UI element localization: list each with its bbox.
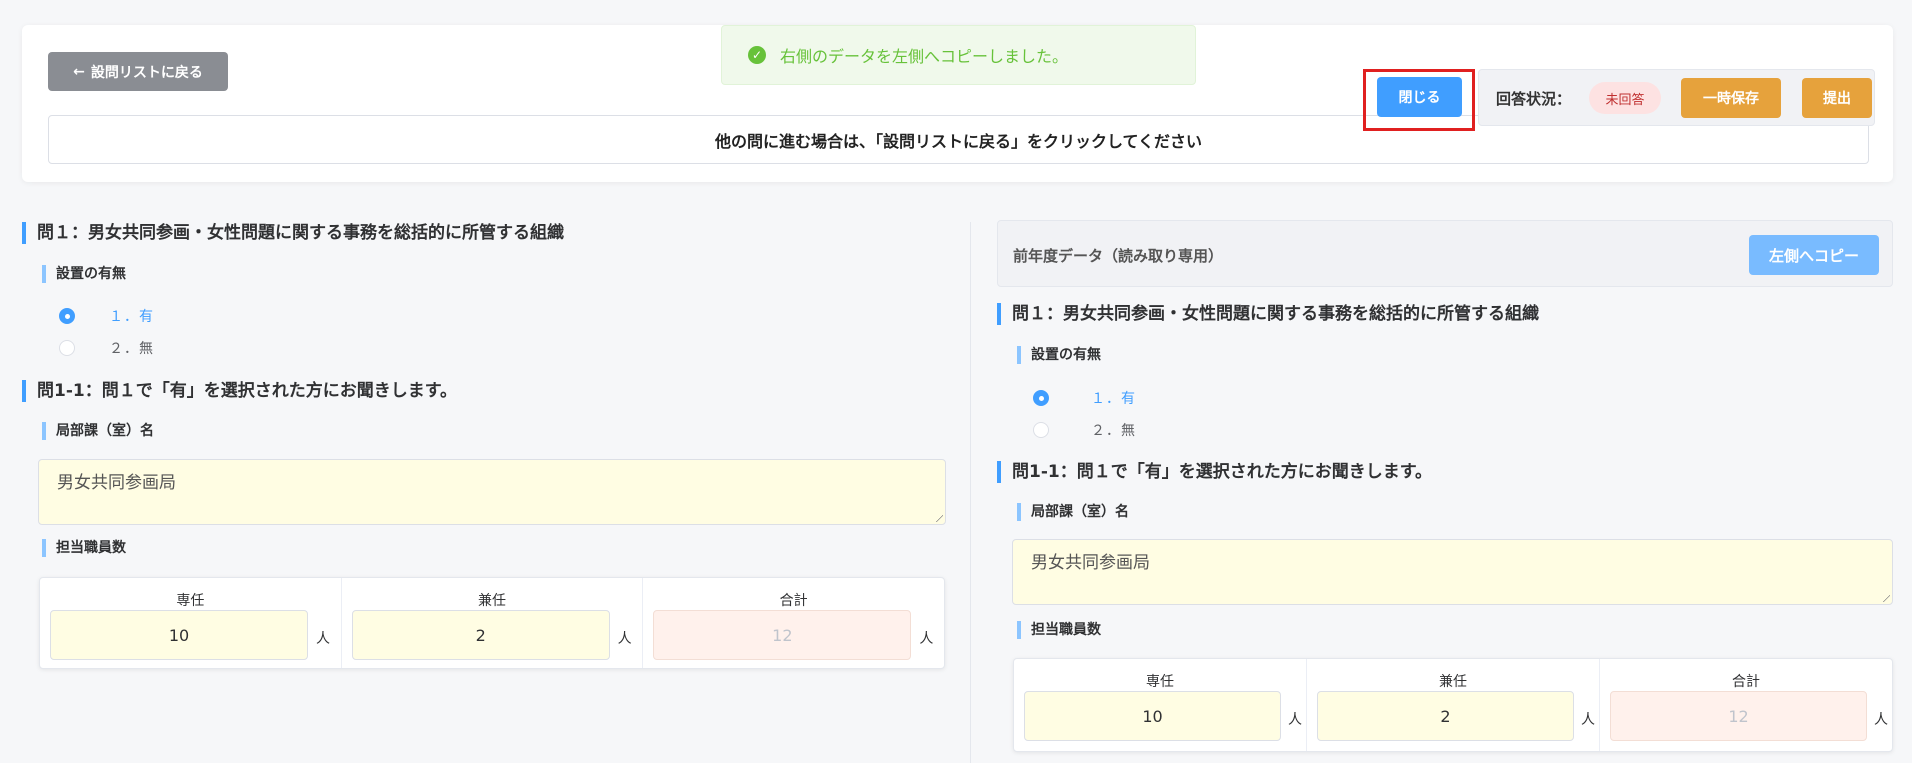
resize-grip-icon[interactable] [935,514,943,522]
right-staff-full: 専任 10 人 [1014,659,1307,751]
right-staff-part-input: 2 [1317,691,1574,741]
submit-button[interactable]: 提出 [1802,78,1872,118]
right-dept-textarea: 男女共同参画局 [1012,539,1893,605]
submit-button-label: 提出 [1823,91,1851,107]
right-staff-total: 合計 12 人 [1600,659,1892,751]
right-radio-option-1: １．有 [1033,388,1136,408]
left-q1-subtitle: 設置の有無 [42,265,126,283]
left-staff-full: 専任 10 人 [40,578,342,668]
right-q1-subtitle: 設置の有無 [1017,346,1101,364]
left-staff-full-header: 専任 [176,593,205,609]
copy-button-label: 左側へコピー [1768,246,1859,265]
close-button[interactable]: 閉じる [1377,77,1462,117]
left-staff-total: 合計 12 人 [643,578,944,668]
right-radio-label-1: １．有 [1091,391,1136,407]
left-staff-total-unit: 人 [919,631,934,647]
right-dept-label: 局部課（室）名 [1017,503,1129,521]
left-radio-label-2: ２．無 [109,341,154,357]
left-staff-part: 兼任 2 人 [342,578,644,668]
check-circle-icon: ✓ [748,46,766,64]
save-button-label: 一時保存 [1703,91,1759,107]
left-dept-textarea[interactable]: 男女共同参画局 [38,459,946,525]
right-staff-full-header: 専任 [1146,674,1174,690]
right-staff-part: 兼任 2 人 [1307,659,1600,751]
left-staff-full-unit: 人 [316,631,330,647]
radio-checked-icon[interactable] [59,308,75,324]
toast-message: 右側のデータを左側へコピーしました。 [780,47,1069,66]
right-q1-title: 問１：男女共同参画・女性問題に関する事務を総括的に所管する組織 [997,303,1539,325]
left-staff-part-input[interactable]: 2 [351,610,610,660]
column-divider [970,222,971,763]
notice-text: 他の問に進む場合は、「設問リストに戻る」をクリックしてください [714,131,1203,151]
radio-checked-icon [1033,390,1049,406]
right-staff-part-header: 兼任 [1439,674,1467,690]
left-staff-full-input[interactable]: 10 [50,610,308,660]
right-staff-full-input: 10 [1024,691,1281,741]
previous-year-header: 前年度データ（読み取り専用） 左側へコピー [997,220,1893,287]
right-staff-total-input: 12 [1610,691,1867,741]
status-group: 回答状況： 未回答 一時保存 提出 [1478,69,1875,126]
left-staff-table: 専任 10 人 兼任 2 人 合計 12 人 [39,577,945,669]
right-staff-part-unit: 人 [1581,712,1595,728]
status-label: 回答状況： [1496,90,1572,108]
right-staff-label: 担当職員数 [1017,621,1101,639]
right-staff-total-unit: 人 [1874,712,1888,728]
left-staff-label: 担当職員数 [42,539,126,557]
right-staff-table: 専任 10 人 兼任 2 人 合計 12 人 [1013,658,1893,752]
temp-save-button[interactable]: 一時保存 [1681,78,1781,118]
resize-grip-icon [1882,594,1890,602]
previous-year-label: 前年度データ（読み取り専用） [1013,247,1224,265]
left-dept-value: 男女共同参画局 [57,473,176,493]
radio-unchecked-icon [1033,422,1049,438]
copy-to-left-button[interactable]: 左側へコピー [1749,235,1879,275]
radio-unchecked-icon[interactable] [59,340,75,356]
right-radio-option-2: ２．無 [1033,420,1136,440]
arrow-left-icon: ← [73,63,85,80]
left-radio-option-2[interactable]: ２．無 [59,338,154,358]
close-button-label: 閉じる [1398,90,1441,106]
right-radio-label-2: ２．無 [1091,423,1136,439]
success-toast: ✓ 右側のデータを左側へコピーしました。 [721,25,1196,85]
left-staff-part-header: 兼任 [478,593,506,609]
right-staff-full-unit: 人 [1288,712,1302,728]
left-radio-label-1: １．有 [109,309,154,325]
back-to-list-button[interactable]: ← 設問リストに戻る [48,52,228,91]
right-dept-value: 男女共同参画局 [1031,553,1150,573]
right-staff-total-header: 合計 [1732,674,1760,690]
left-staff-part-unit: 人 [617,631,632,647]
right-q11-title: 問1-1：問１で「有」を選択された方にお聞きします。 [997,461,1432,483]
left-q1-title: 問１：男女共同参画・女性問題に関する事務を総括的に所管する組織 [22,222,564,244]
status-badge: 未回答 [1589,82,1661,114]
left-staff-total-header: 合計 [779,593,808,609]
back-button-label: 設問リストに戻る [90,64,203,81]
left-radio-option-1[interactable]: １．有 [59,306,154,326]
left-staff-total-input: 12 [653,610,912,660]
left-dept-label: 局部課（室）名 [42,422,154,440]
left-q11-title: 問1-1：問１で「有」を選択された方にお聞きします。 [22,380,457,402]
